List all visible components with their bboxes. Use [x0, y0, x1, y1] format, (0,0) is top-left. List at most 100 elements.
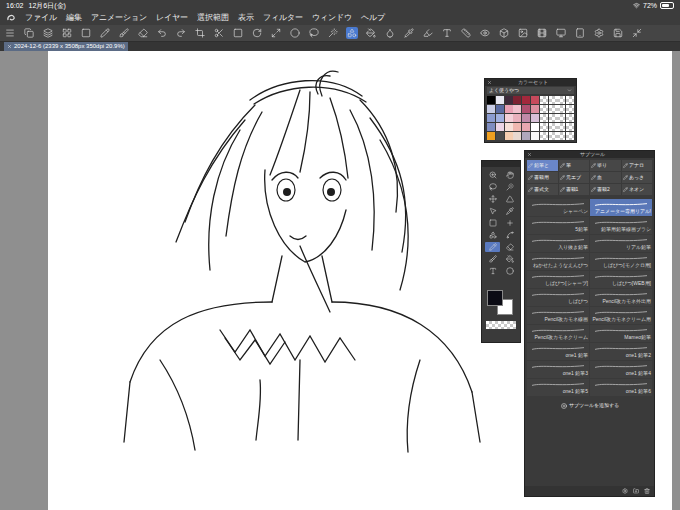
- sub-tool-item[interactable]: one1 鉛筆3: [527, 361, 589, 378]
- color-swatch[interactable]: [487, 114, 495, 122]
- settings-icon[interactable]: [622, 488, 628, 494]
- sub-tool-group[interactable]: 塗り: [590, 160, 621, 171]
- sub-tool-item[interactable]: Pencil改カモネ線画: [527, 307, 589, 324]
- tool-button[interactable]: [502, 242, 517, 252]
- color-swatch[interactable]: [496, 123, 504, 131]
- document-tab[interactable]: 2024-12-6 (2339 x 3508px 350dpi 20.9%): [4, 42, 128, 51]
- sub-tool-item[interactable]: one1 鉛筆5: [527, 379, 589, 396]
- sub-tool-item[interactable]: one1 鉛筆4: [590, 361, 652, 378]
- menu-item[interactable]: 編集: [66, 11, 82, 25]
- sub-tool-item[interactable]: Pencil改カモネクリーム: [527, 325, 589, 342]
- color-swatch[interactable]: [531, 123, 539, 131]
- toolbar-button[interactable]: [118, 27, 130, 39]
- sub-tool-group[interactable]: 血: [590, 172, 621, 183]
- tool-button[interactable]: [502, 254, 517, 264]
- sub-tool-item[interactable]: 5鉛筆: [527, 217, 589, 234]
- toolbar-button[interactable]: [194, 27, 206, 39]
- color-swatch[interactable]: [505, 96, 513, 104]
- color-set-title-bar[interactable]: カラーセット: [485, 79, 576, 86]
- toolbar-button[interactable]: [574, 27, 586, 39]
- sub-tool-item[interactable]: しばぴつ[モノクロ用]: [590, 253, 652, 270]
- menu-item[interactable]: ヘルプ: [361, 11, 385, 25]
- sub-tool-item[interactable]: しばぴつ[WEB用]: [590, 271, 652, 288]
- color-swatch[interactable]: [531, 114, 539, 122]
- sub-tool-item[interactable]: one1 鉛筆6: [590, 379, 652, 396]
- sub-tool-item[interactable]: ねかせたようなえんぴつ: [527, 253, 589, 270]
- color-swatch[interactable]: [505, 132, 513, 140]
- toolbar-button[interactable]: [175, 27, 187, 39]
- color-swatch[interactable]: [496, 132, 504, 140]
- color-swatch[interactable]: [505, 123, 513, 131]
- sub-tool-item[interactable]: アニメーター専用リアル!: [590, 199, 652, 216]
- sub-tool-group[interactable]: 元エブ: [559, 172, 590, 183]
- toolbar-button[interactable]: [289, 27, 301, 39]
- tool-button[interactable]: [502, 194, 517, 204]
- toolbar-button[interactable]: [61, 27, 73, 39]
- sub-tool-group[interactable]: 書籍1: [559, 184, 590, 195]
- color-swatch[interactable]: [531, 96, 539, 104]
- color-swatch[interactable]: [522, 132, 530, 140]
- close-icon[interactable]: [7, 44, 12, 49]
- color-swatch[interactable]: [487, 132, 495, 140]
- toolbar-button[interactable]: [23, 27, 35, 39]
- toolbar-button[interactable]: [460, 27, 472, 39]
- sub-tool-item[interactable]: Pencil改カモネ外出用: [590, 289, 652, 306]
- color-swatch[interactable]: [531, 105, 539, 113]
- tool-button[interactable]: [485, 230, 500, 240]
- sub-tool-item[interactable]: しばぴつ[シャープ]: [527, 271, 589, 288]
- sub-tool-item[interactable]: シャーペン: [527, 199, 589, 216]
- color-swatch[interactable]: [487, 105, 495, 113]
- color-swatch[interactable]: [522, 123, 530, 131]
- sub-tool-group[interactable]: 筆: [559, 160, 590, 171]
- toolbar-button[interactable]: [479, 27, 491, 39]
- color-swatch[interactable]: [522, 114, 530, 122]
- sub-tool-item[interactable]: one1 鉛筆2: [590, 343, 652, 360]
- sub-tool-item[interactable]: one1 鉛筆: [527, 343, 589, 360]
- sub-tool-title-bar[interactable]: サブツール: [525, 151, 654, 158]
- toolbar-button[interactable]: [137, 27, 149, 39]
- add-sub-tool-button[interactable]: サブツールを追加する: [525, 399, 654, 413]
- toolbar-button[interactable]: [80, 27, 92, 39]
- toolbar-button[interactable]: [365, 27, 377, 39]
- toolbar-button[interactable]: [498, 27, 510, 39]
- tool-button[interactable]: [502, 182, 517, 192]
- close-icon[interactable]: [487, 80, 492, 85]
- toolbar-button[interactable]: [270, 27, 282, 39]
- color-set-dropdown[interactable]: よく使うやつ: [487, 87, 574, 94]
- tool-button[interactable]: [485, 218, 500, 228]
- toolbar-button[interactable]: [156, 27, 168, 39]
- color-swatch[interactable]: [513, 96, 521, 104]
- close-icon[interactable]: [527, 152, 532, 157]
- sub-tool-item[interactable]: 鉛筆用鉛筆線画ブラシ: [590, 217, 652, 234]
- toolbar-button[interactable]: [593, 27, 605, 39]
- color-swatch[interactable]: [522, 105, 530, 113]
- toolbar-button[interactable]: [4, 27, 16, 39]
- toolbar-button[interactable]: [251, 27, 263, 39]
- sub-tool-item[interactable]: Pencil改カモネクリーム用: [590, 307, 652, 324]
- sub-tool-group[interactable]: 書式文: [527, 184, 558, 195]
- toolbar-button[interactable]: [346, 27, 358, 39]
- tool-button[interactable]: [502, 230, 517, 240]
- sub-tool-item[interactable]: しばぴつ: [527, 289, 589, 306]
- menu-item[interactable]: アニメーション: [91, 11, 147, 25]
- menu-item[interactable]: レイヤー: [156, 11, 188, 25]
- color-swatch[interactable]: [496, 96, 504, 104]
- sub-tool-group[interactable]: あっさ: [622, 172, 653, 183]
- color-swatch[interactable]: [531, 132, 539, 140]
- tool-button[interactable]: [485, 182, 500, 192]
- menu-item[interactable]: ファイル: [25, 11, 57, 25]
- toolbar-button[interactable]: [213, 27, 225, 39]
- tool-button[interactable]: [485, 254, 500, 264]
- color-swatch[interactable]: [513, 114, 521, 122]
- tool-button[interactable]: [502, 206, 517, 216]
- duplicate-icon[interactable]: [633, 488, 639, 494]
- color-swatch[interactable]: [513, 132, 521, 140]
- color-swatch[interactable]: [496, 105, 504, 113]
- menu-item[interactable]: 選択範囲: [197, 11, 229, 25]
- sub-tool-group[interactable]: ネオン: [622, 184, 653, 195]
- tool-button[interactable]: [502, 170, 517, 180]
- color-swatch[interactable]: [513, 123, 521, 131]
- toolbar-button[interactable]: [99, 27, 111, 39]
- color-swatch[interactable]: [487, 96, 495, 104]
- toolbar-button[interactable]: [441, 27, 453, 39]
